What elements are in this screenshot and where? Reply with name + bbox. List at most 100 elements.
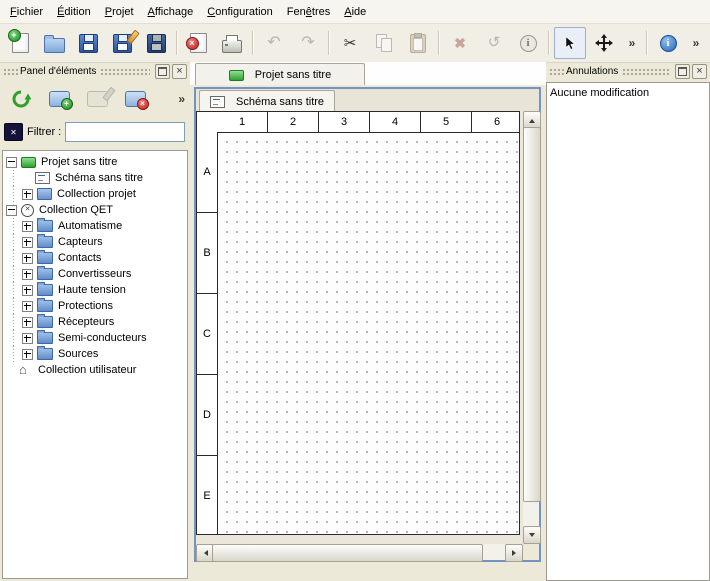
folder-icon <box>37 236 53 248</box>
menu-fichier[interactable]: Fichier <box>3 2 50 22</box>
reload-collections-button[interactable] <box>3 81 39 117</box>
tree-item-collection-utilisateur[interactable]: Collection utilisateur <box>3 362 187 378</box>
diagram-viewport[interactable]: 123456 ABCDE <box>196 111 523 544</box>
tree-item-sources[interactable]: Sources <box>3 346 187 362</box>
tree-item-recepteurs[interactable]: Récepteurs <box>3 314 187 330</box>
tree-item-label: Capteurs <box>58 236 103 248</box>
open-file-button[interactable] <box>38 27 70 59</box>
horizontal-scroll-thumb[interactable] <box>212 544 483 562</box>
tree-item-capteurs[interactable]: Capteurs <box>3 234 187 250</box>
elements-panel-title: Panel d'éléments <box>19 66 97 77</box>
menu-aide[interactable]: Aide <box>337 2 373 22</box>
expand-icon[interactable] <box>22 333 33 344</box>
tab-diagram[interactable]: Schéma sans titre <box>199 90 335 112</box>
tree-item-automatisme[interactable]: Automatisme <box>3 218 187 234</box>
vertical-scrollbar[interactable] <box>523 111 539 544</box>
pencil-icon <box>102 87 115 102</box>
print-button[interactable] <box>216 27 248 59</box>
diagram-tab-label: Schéma sans titre <box>236 96 324 108</box>
undo-button[interactable] <box>258 27 290 59</box>
expand-icon[interactable] <box>22 221 33 232</box>
toolbar-overflow-right-button[interactable]: » <box>686 27 706 59</box>
overflow-icon[interactable]: » <box>178 92 188 106</box>
new-file-button[interactable] <box>4 27 36 59</box>
expand-icon[interactable] <box>22 301 33 312</box>
diagram-grid[interactable] <box>218 133 518 533</box>
expand-icon[interactable] <box>22 269 33 280</box>
tree-item-haute-tension[interactable]: Haute tension <box>3 282 187 298</box>
diagram-client: 123456 ABCDE <box>196 111 539 560</box>
elements-panel-titlebar[interactable]: Panel d'éléments <box>0 62 190 79</box>
menu-affichage[interactable]: Affichage <box>141 2 201 22</box>
menu-edition[interactable]: Édition <box>50 2 98 22</box>
tree-item-collection-qet[interactable]: Collection QET <box>3 202 187 218</box>
row-header: D <box>197 375 217 456</box>
save-all-button[interactable] <box>140 27 172 59</box>
expand-icon[interactable] <box>22 189 33 200</box>
tree-guide <box>6 266 22 282</box>
close-badge-icon <box>137 98 149 110</box>
cut-button[interactable] <box>334 27 366 59</box>
delete-button[interactable] <box>444 27 476 59</box>
delete-element-button[interactable] <box>117 81 153 117</box>
menu-configuration[interactable]: Configuration <box>200 2 280 22</box>
rotate-button[interactable] <box>478 27 510 59</box>
close-file-button[interactable] <box>182 27 214 59</box>
new-element-button[interactable] <box>41 81 77 117</box>
tree-item-collection-projet[interactable]: Collection projet <box>3 186 187 202</box>
elements-panel: Panel d'éléments » Filtrer : Projet sans… <box>0 62 190 581</box>
about-qet-button[interactable] <box>652 27 684 59</box>
menu-projet[interactable]: Projet <box>98 2 141 22</box>
clear-filter-button[interactable] <box>4 123 23 141</box>
tree-guide <box>6 330 22 346</box>
float-dock-button[interactable] <box>675 64 690 79</box>
scroll-down-button[interactable] <box>523 526 541 544</box>
tree-item-semi-conducteurs[interactable]: Semi-conducteurs <box>3 330 187 346</box>
close-dock-button[interactable] <box>172 64 187 79</box>
home-icon <box>19 364 33 376</box>
vertical-scroll-thumb[interactable] <box>523 127 541 502</box>
tree-item-schema-sans-titre[interactable]: Schéma sans titre <box>3 170 187 186</box>
save-button[interactable] <box>72 27 104 59</box>
dock-grip <box>3 68 19 75</box>
undo-list-item[interactable]: Aucune modification <box>550 85 706 101</box>
save-as-button[interactable] <box>106 27 138 59</box>
expand-icon[interactable] <box>22 285 33 296</box>
overflow-icon: » <box>693 36 700 50</box>
expand-icon[interactable] <box>22 349 33 360</box>
scroll-right-button[interactable] <box>505 544 523 562</box>
undo-panel-titlebar[interactable]: Annulations <box>546 62 710 79</box>
tree-guide <box>6 234 22 250</box>
column-header: 1 <box>217 112 268 132</box>
toolbar-separator <box>548 31 550 55</box>
menu-fenetres[interactable]: Fenêtres <box>280 2 337 22</box>
project-tab-label: Projet sans titre <box>255 69 331 81</box>
tree-item-protections[interactable]: Protections <box>3 298 187 314</box>
redo-button[interactable] <box>292 27 324 59</box>
tree-item-contacts[interactable]: Contacts <box>3 250 187 266</box>
toolbar-overflow-button[interactable]: » <box>622 27 642 59</box>
float-dock-button[interactable] <box>155 64 170 79</box>
expand-icon[interactable] <box>22 253 33 264</box>
tree-item-projet-sans-titre[interactable]: Projet sans titre <box>3 154 187 170</box>
edit-element-button[interactable] <box>79 81 115 117</box>
paste-button[interactable] <box>402 27 434 59</box>
select-mode-button[interactable] <box>554 27 586 59</box>
diagram-info-button[interactable] <box>512 27 544 59</box>
folder-icon <box>37 268 53 280</box>
tree-item-convertisseurs[interactable]: Convertisseurs <box>3 266 187 282</box>
expand-icon[interactable] <box>22 317 33 328</box>
collapse-icon[interactable] <box>6 205 17 216</box>
tab-project[interactable]: Projet sans titre <box>195 63 365 86</box>
new-file-icon <box>12 33 29 53</box>
close-dock-button[interactable] <box>692 64 707 79</box>
horizontal-scrollbar[interactable] <box>196 544 523 560</box>
tree-item-label: Automatisme <box>58 220 122 232</box>
expand-icon[interactable] <box>22 237 33 248</box>
pan-mode-button[interactable] <box>588 27 620 59</box>
filter-input[interactable] <box>65 122 185 142</box>
filter-bar: Filtrer : <box>4 122 185 142</box>
copy-button[interactable] <box>368 27 400 59</box>
redo-icon <box>301 35 314 51</box>
collapse-icon[interactable] <box>6 157 17 168</box>
